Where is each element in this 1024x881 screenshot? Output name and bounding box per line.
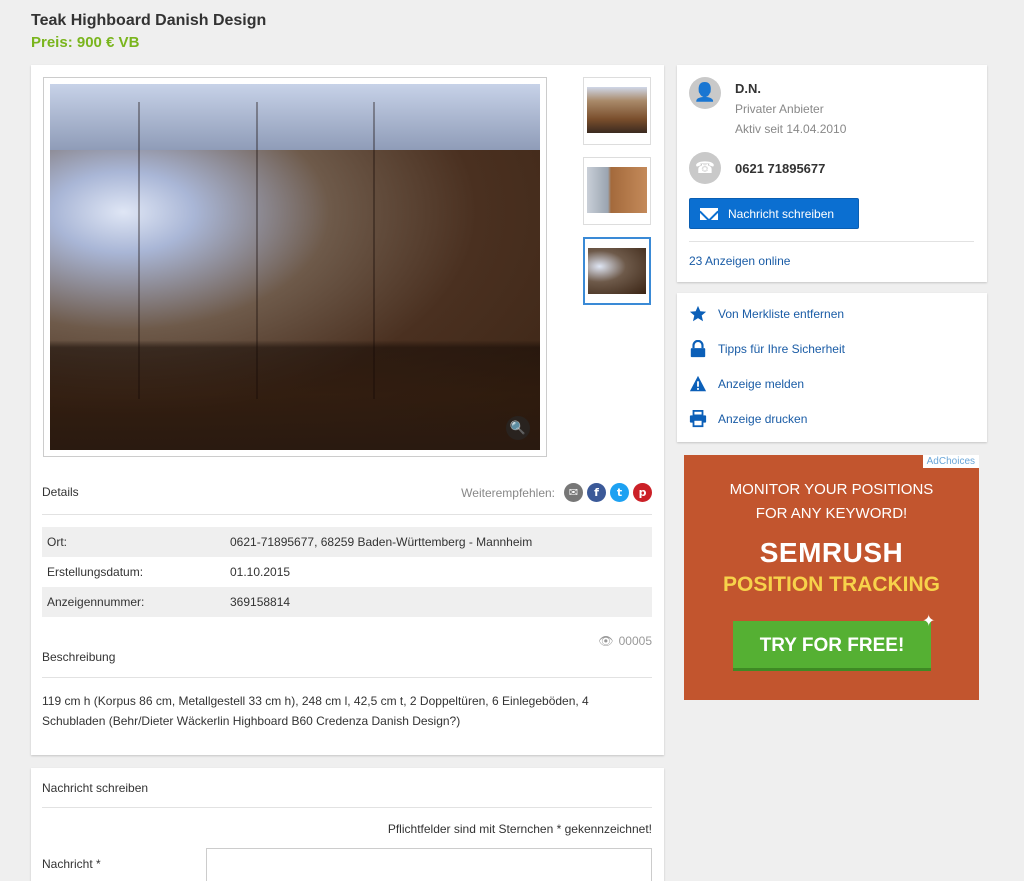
warning-icon: [689, 375, 707, 393]
details-key: Anzeigennummer:: [42, 587, 225, 617]
message-card: Nachricht schreiben Pflichtfelder sind m…: [31, 768, 664, 881]
ad-cta-button[interactable]: TRY FOR FREE!: [733, 621, 931, 671]
avatar-icon: 👤: [689, 77, 721, 109]
ad-subtitle: POSITION TRACKING: [722, 573, 940, 596]
printer-icon: [689, 410, 707, 428]
table-row: Ort: 0621-71895677, 68259 Baden-Württemb…: [42, 527, 652, 557]
action-label: Anzeige melden: [718, 377, 805, 391]
twitter-icon[interactable]: t: [610, 483, 629, 502]
table-row: Anzeigennummer: 369158814: [42, 587, 652, 617]
details-heading: Details: [42, 485, 79, 499]
write-message-button[interactable]: Nachricht schreiben: [689, 198, 859, 229]
share-label: Weiterempfehlen:: [461, 485, 555, 500]
details-value: 369158814: [225, 587, 652, 617]
main-photo[interactable]: 🔍: [50, 84, 540, 450]
thumbnail-3[interactable]: [583, 237, 651, 305]
details-table: Ort: 0621-71895677, 68259 Baden-Württemb…: [42, 527, 652, 617]
ads-online-link[interactable]: 23 Anzeigen online: [689, 254, 790, 268]
ad-brand: SEMRUSH: [759, 537, 904, 568]
email-share-icon[interactable]: ✉: [564, 483, 583, 502]
message-heading: Nachricht schreiben: [42, 781, 149, 795]
advertisement[interactable]: AdChoices MONITOR YOUR POSITIONS FOR ANY…: [684, 455, 979, 700]
details-value: 01.10.2015: [230, 565, 291, 579]
seller-since: Aktiv seit 14.04.2010: [735, 122, 847, 136]
facebook-icon[interactable]: f: [587, 483, 606, 502]
seller-card: 👤 D.N. Privater Anbieter Aktiv seit 14.0…: [677, 65, 987, 282]
message-label: Nachricht *: [42, 857, 101, 871]
details-key: Ort:: [42, 527, 225, 557]
zoom-icon[interactable]: 🔍: [506, 416, 530, 440]
ad-line-1: MONITOR YOUR POSITIONS: [729, 481, 934, 498]
required-note: Pflichtfelder sind mit Sternchen * geken…: [387, 822, 652, 836]
eye-icon: 👁: [598, 634, 614, 648]
message-textarea[interactable]: [206, 848, 652, 881]
listing-card: 🔍 Details Weiterempfehlen: ✉ f t p Ort: …: [31, 65, 664, 755]
actions-card: Von Merkliste entfernen Tipps für Ihre S…: [677, 293, 987, 442]
seller-type: Privater Anbieter: [735, 102, 824, 116]
view-count: 00005: [618, 634, 652, 648]
description-text: 119 cm h (Korpus 86 cm, Metallgestell 33…: [42, 694, 589, 728]
action-safety-tips[interactable]: Tipps für Ihre Sicherheit: [689, 340, 845, 358]
pinterest-icon[interactable]: p: [633, 483, 652, 502]
page-title: Teak Highboard Danish Design: [31, 12, 267, 29]
action-print-ad[interactable]: Anzeige drucken: [689, 410, 807, 428]
phone-number[interactable]: 0621 71895677: [735, 161, 825, 176]
price-label: Preis: 900 € VB: [31, 34, 140, 51]
action-label: Von Merkliste entfernen: [718, 307, 845, 321]
description-heading: Beschreibung: [42, 650, 116, 664]
ad-line-2: FOR ANY KEYWORD!: [755, 505, 908, 522]
lock-icon: [689, 340, 707, 358]
action-remove-watchlist[interactable]: Von Merkliste entfernen: [689, 305, 844, 323]
action-label: Anzeige drucken: [718, 412, 808, 426]
mail-icon: [700, 207, 718, 220]
main-image[interactable]: 🔍: [43, 77, 547, 457]
view-counter: 👁 00005: [598, 634, 652, 648]
adchoices-label[interactable]: AdChoices: [922, 455, 979, 468]
details-value: 0621-71895677, 68259 Baden-Württemberg -…: [225, 527, 652, 557]
details-key: Erstellungsdatum:: [47, 565, 144, 579]
action-report-ad[interactable]: Anzeige melden: [689, 375, 804, 393]
write-message-label: Nachricht schreiben: [728, 206, 835, 221]
star-icon: [689, 305, 707, 323]
thumbnail-1[interactable]: [583, 77, 651, 145]
action-label: Tipps für Ihre Sicherheit: [718, 342, 845, 356]
seller-name[interactable]: D.N.: [735, 81, 761, 96]
table-row: Erstellungsdatum: 01.10.2015: [42, 557, 652, 587]
thumbnail-2[interactable]: [583, 157, 651, 225]
sparkle-icon: ✦: [922, 613, 936, 630]
share-bar: Weiterempfehlen: ✉ f t p: [461, 483, 652, 502]
phone-icon: ☎: [689, 152, 721, 184]
